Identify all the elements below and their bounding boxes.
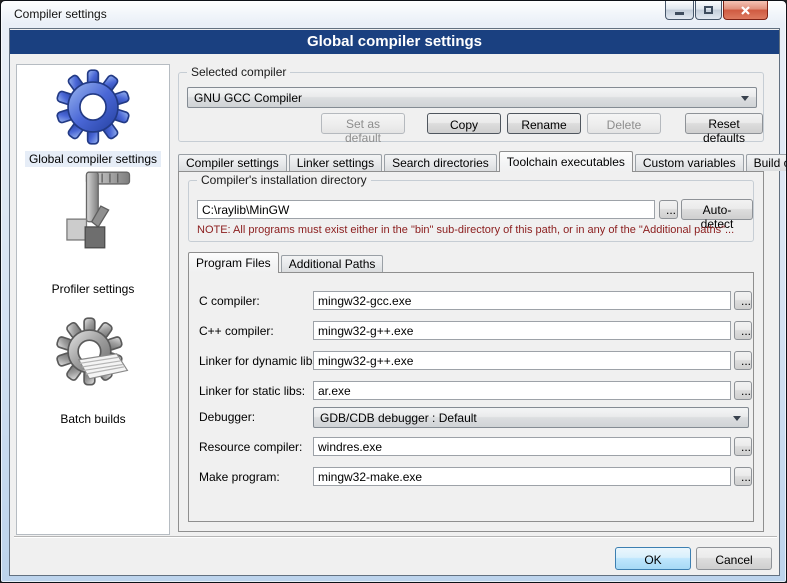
selected-compiler-legend: Selected compiler — [187, 65, 290, 79]
installation-directory-input[interactable] — [197, 200, 655, 219]
installation-directory-legend: Compiler's installation directory — [197, 173, 371, 187]
static-linker-input[interactable] — [313, 381, 731, 400]
settings-tabs: Compiler settings Linker settings Search… — [178, 151, 772, 171]
dialog-body: Global compiler settings — [9, 28, 780, 576]
browse-button[interactable]: ... — [734, 351, 752, 370]
page-title: Global compiler settings — [10, 30, 779, 54]
installation-directory-group: Compiler's installation directory ... Au… — [188, 180, 754, 242]
sidebar-item-batch-builds[interactable]: Batch builds — [17, 317, 169, 428]
chevron-down-icon — [733, 416, 741, 421]
rename-button[interactable]: Rename — [507, 113, 581, 134]
close-button[interactable] — [723, 1, 768, 20]
delete-button[interactable]: Delete — [587, 113, 661, 134]
field-label: Make program: — [199, 470, 280, 484]
maximize-icon — [704, 6, 713, 14]
resource-compiler-input[interactable] — [313, 437, 731, 456]
browse-button[interactable]: ... — [734, 467, 752, 486]
tab-additional-paths[interactable]: Additional Paths — [281, 255, 384, 272]
reset-defaults-button[interactable]: Reset defaults — [685, 113, 763, 134]
browse-directory-button[interactable]: ... — [659, 200, 678, 219]
blue-gear-icon — [55, 69, 131, 145]
footer-divider — [14, 536, 777, 538]
field-label: Resource compiler: — [199, 440, 302, 454]
gray-gear-builds-icon — [55, 317, 131, 393]
tab-custom-variables[interactable]: Custom variables — [635, 154, 744, 171]
auto-detect-button[interactable]: Auto-detect — [681, 199, 753, 220]
make-program-input[interactable] — [313, 467, 731, 486]
tab-linker-settings[interactable]: Linker settings — [289, 154, 382, 171]
maximize-button[interactable] — [695, 1, 722, 20]
program-files-panel: C compiler: ... C++ compiler: ... Linker… — [188, 272, 754, 522]
c-compiler-input[interactable] — [313, 291, 731, 310]
chevron-down-icon — [741, 96, 749, 101]
minimize-button[interactable] — [665, 1, 694, 20]
sidebar-item-global-compiler-settings[interactable]: Global compiler settings — [17, 69, 169, 168]
tab-build-options[interactable]: Build options — [746, 154, 787, 171]
field-label: Linker for dynamic libs: — [199, 354, 322, 368]
window-title: Compiler settings — [14, 7, 107, 21]
field-label: C++ compiler: — [199, 324, 274, 338]
set-as-default-button[interactable]: Set as default — [321, 113, 405, 134]
tab-program-files[interactable]: Program Files — [188, 252, 279, 273]
field-label: Debugger: — [199, 410, 255, 424]
tab-compiler-settings[interactable]: Compiler settings — [178, 154, 287, 171]
field-label: Linker for static libs: — [199, 384, 305, 398]
compiler-select-value: GNU GCC Compiler — [194, 91, 302, 105]
tab-toolchain-executables[interactable]: Toolchain executables — [499, 151, 633, 172]
debugger-select[interactable]: GDB/CDB debugger : Default — [313, 407, 749, 428]
sidebar-item-label: Profiler settings — [48, 281, 139, 297]
caliper-icon — [51, 167, 135, 253]
debugger-select-value: GDB/CDB debugger : Default — [320, 411, 477, 425]
browse-button[interactable]: ... — [734, 291, 752, 310]
cancel-button[interactable]: Cancel — [696, 547, 772, 570]
browse-button[interactable]: ... — [734, 437, 752, 456]
tab-search-directories[interactable]: Search directories — [384, 154, 497, 171]
titlebar[interactable]: Compiler settings — [1, 1, 786, 28]
sidebar-item-label: Batch builds — [56, 411, 129, 427]
selected-compiler-group: Selected compiler GNU GCC Compiler Set a… — [178, 72, 764, 142]
program-files-tabs: Program Files Additional Paths — [188, 252, 754, 272]
field-label: C compiler: — [199, 294, 260, 308]
sidebar-item-profiler-settings[interactable]: Profiler settings — [17, 167, 169, 298]
sidebar-item-label: Global compiler settings — [25, 151, 161, 167]
copy-button[interactable]: Copy — [427, 113, 501, 134]
ok-button[interactable]: OK — [615, 547, 691, 570]
settings-category-sidebar: Global compiler settings Profiler settin… — [16, 64, 170, 535]
installation-note: NOTE: All programs must exist either in … — [197, 224, 734, 236]
minimize-icon — [675, 12, 684, 15]
cpp-compiler-input[interactable] — [313, 321, 731, 340]
dynamic-linker-input[interactable] — [313, 351, 731, 370]
browse-button[interactable]: ... — [734, 381, 752, 400]
browse-button[interactable]: ... — [734, 321, 752, 340]
compiler-settings-window: Compiler settings Global compiler settin… — [0, 0, 787, 583]
close-icon — [740, 5, 751, 16]
window-controls — [664, 1, 768, 20]
compiler-select[interactable]: GNU GCC Compiler — [187, 87, 757, 108]
